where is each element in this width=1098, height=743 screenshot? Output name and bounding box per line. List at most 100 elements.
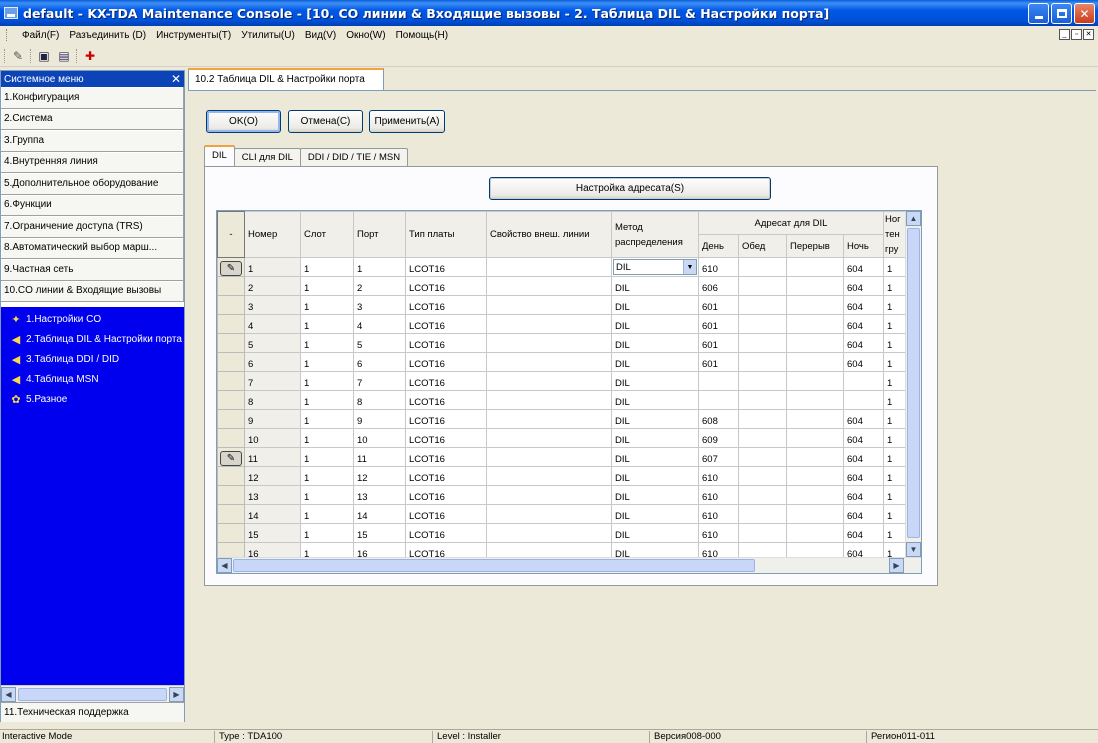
table-horizontal-scrollbar[interactable]: ◀ ▶ [217,557,921,573]
cell-lunch[interactable] [738,257,787,277]
table-row[interactable]: 14 1 14 LCOT16 DIL 610 604 1 [217,504,908,524]
cell-night[interactable]: 604 [843,504,884,524]
cell-method[interactable]: DIL [611,276,699,296]
col-header-slot[interactable]: Слот [300,211,354,258]
cell-number[interactable]: 1 [244,257,301,277]
cell-card-type[interactable]: LCOT16 [405,447,487,467]
cell-day[interactable]: 607 [698,447,739,467]
cell-day[interactable]: 609 [698,428,739,448]
cell-extra[interactable]: 1 [883,390,908,410]
scroll-right-icon[interactable]: ▶ [889,558,904,573]
sidebar-item-features[interactable]: 6.Функции [1,194,184,216]
cell-lunch[interactable] [738,485,787,505]
cell-method[interactable]: DIL [611,371,699,391]
cell-port[interactable]: 12 [353,466,406,486]
cell-port[interactable]: 4 [353,314,406,334]
scroll-right-icon[interactable]: ▶ [169,686,184,702]
table-vertical-scrollbar[interactable]: ▲ ▼ [905,211,921,557]
cell-card-type[interactable]: LCOT16 [405,390,487,410]
scroll-up-icon[interactable]: ▲ [906,211,921,226]
tab-dil[interactable]: DIL [204,145,235,167]
col-header-lunch[interactable]: Обед [738,234,787,258]
table-row[interactable]: ✎ 11 1 11 LCOT16 DIL 607 604 1 [217,447,908,467]
cell-slot[interactable]: 1 [300,447,354,467]
cell-lunch[interactable] [738,314,787,334]
cell-day[interactable]: 601 [698,295,739,315]
cell-break[interactable] [786,504,844,524]
cell-slot[interactable]: 1 [300,409,354,429]
scroll-thumb[interactable] [18,687,167,701]
cell-number[interactable]: 6 [244,352,301,372]
cell-night[interactable]: 604 [843,523,884,543]
cell-ext-line-property[interactable] [486,523,612,543]
cell-ext-line-property[interactable] [486,447,612,467]
cell-day[interactable]: 608 [698,409,739,429]
scroll-left-icon[interactable]: ◀ [1,686,16,702]
tab-cli-dil[interactable]: CLI для DIL [233,148,301,167]
table-row[interactable]: 10 1 10 LCOT16 DIL 609 604 1 [217,428,908,448]
table-row[interactable]: 8 1 8 LCOT16 DIL 1 [217,390,908,410]
cell-extra[interactable]: 1 [883,352,908,372]
cell-card-type[interactable]: LCOT16 [405,485,487,505]
cell-extra[interactable]: 1 [883,428,908,448]
cell-port[interactable]: 1 [353,257,406,277]
cell-extra[interactable]: 1 [883,485,908,505]
cell-port[interactable]: 13 [353,485,406,505]
menu-window[interactable]: Окно(W) [341,30,390,41]
row-header[interactable] [217,276,245,296]
cell-slot[interactable]: 1 [300,333,354,353]
cell-port[interactable]: 8 [353,390,406,410]
cancel-button[interactable]: Отмена(C) [288,110,363,133]
cell-slot[interactable]: 1 [300,276,354,296]
cell-port[interactable]: 14 [353,504,406,524]
subitem-misc[interactable]: ✿ 5.Разное [1,389,184,409]
cell-break[interactable] [786,485,844,505]
cell-number[interactable]: 10 [244,428,301,448]
cell-slot[interactable]: 1 [300,371,354,391]
table-row[interactable]: 15 1 15 LCOT16 DIL 610 604 1 [217,523,908,543]
cell-method[interactable]: DIL [611,447,699,467]
cell-lunch[interactable] [738,504,787,524]
cell-ext-line-property[interactable] [486,333,612,353]
cell-extra[interactable]: 1 [883,466,908,486]
cell-ext-line-property[interactable] [486,295,612,315]
col-header-ext-line-property[interactable]: Свойство внеш. линии [486,211,612,258]
sidebar-item-group[interactable]: 3.Группа [1,130,184,152]
cell-method[interactable]: DIL [611,428,699,448]
cell-slot[interactable]: 1 [300,523,354,543]
subitem-co-settings[interactable]: ✦ 1.Настройки CO [1,309,184,329]
cell-ext-line-property[interactable] [486,466,612,486]
destination-settings-button[interactable]: Настройка адресата(S) [489,177,771,200]
cell-ext-line-property[interactable] [486,371,612,391]
menu-tools[interactable]: Инструменты(T) [151,30,236,41]
menu-utilities[interactable]: Утилиты(U) [236,30,300,41]
scroll-thumb[interactable] [233,559,755,572]
row-header[interactable] [217,333,245,353]
cell-day[interactable]: 610 [698,523,739,543]
cell-break[interactable] [786,257,844,277]
sidebar-item-tech-support[interactable]: 11.Техническая поддержка [1,702,184,722]
cell-night[interactable]: 604 [843,447,884,467]
sidebar-item-trs[interactable]: 7.Ограничение доступа (TRS) [1,216,184,238]
cell-ext-line-property[interactable] [486,314,612,334]
cell-card-type[interactable]: LCOT16 [405,466,487,486]
cell-day[interactable]: 601 [698,314,739,334]
cell-card-type[interactable]: LCOT16 [405,295,487,315]
cell-slot[interactable]: 1 [300,504,354,524]
edit-row-icon[interactable]: ✎ [220,261,242,276]
cell-break[interactable] [786,466,844,486]
col-header-dil-destination[interactable]: Адресат для DIL [698,211,884,235]
cell-port[interactable]: 11 [353,447,406,467]
scroll-thumb[interactable] [907,228,920,538]
select-all-header[interactable]: - [217,211,245,258]
cell-card-type[interactable]: LCOT16 [405,504,487,524]
cell-extra[interactable]: 1 [883,409,908,429]
cell-slot[interactable]: 1 [300,428,354,448]
cell-day[interactable]: 610 [698,466,739,486]
cell-port[interactable]: 15 [353,523,406,543]
cell-number[interactable]: 9 [244,409,301,429]
ok-button[interactable]: OK(O) [206,110,281,133]
cell-number[interactable]: 5 [244,333,301,353]
cell-break[interactable] [786,409,844,429]
cell-card-type[interactable]: LCOT16 [405,428,487,448]
